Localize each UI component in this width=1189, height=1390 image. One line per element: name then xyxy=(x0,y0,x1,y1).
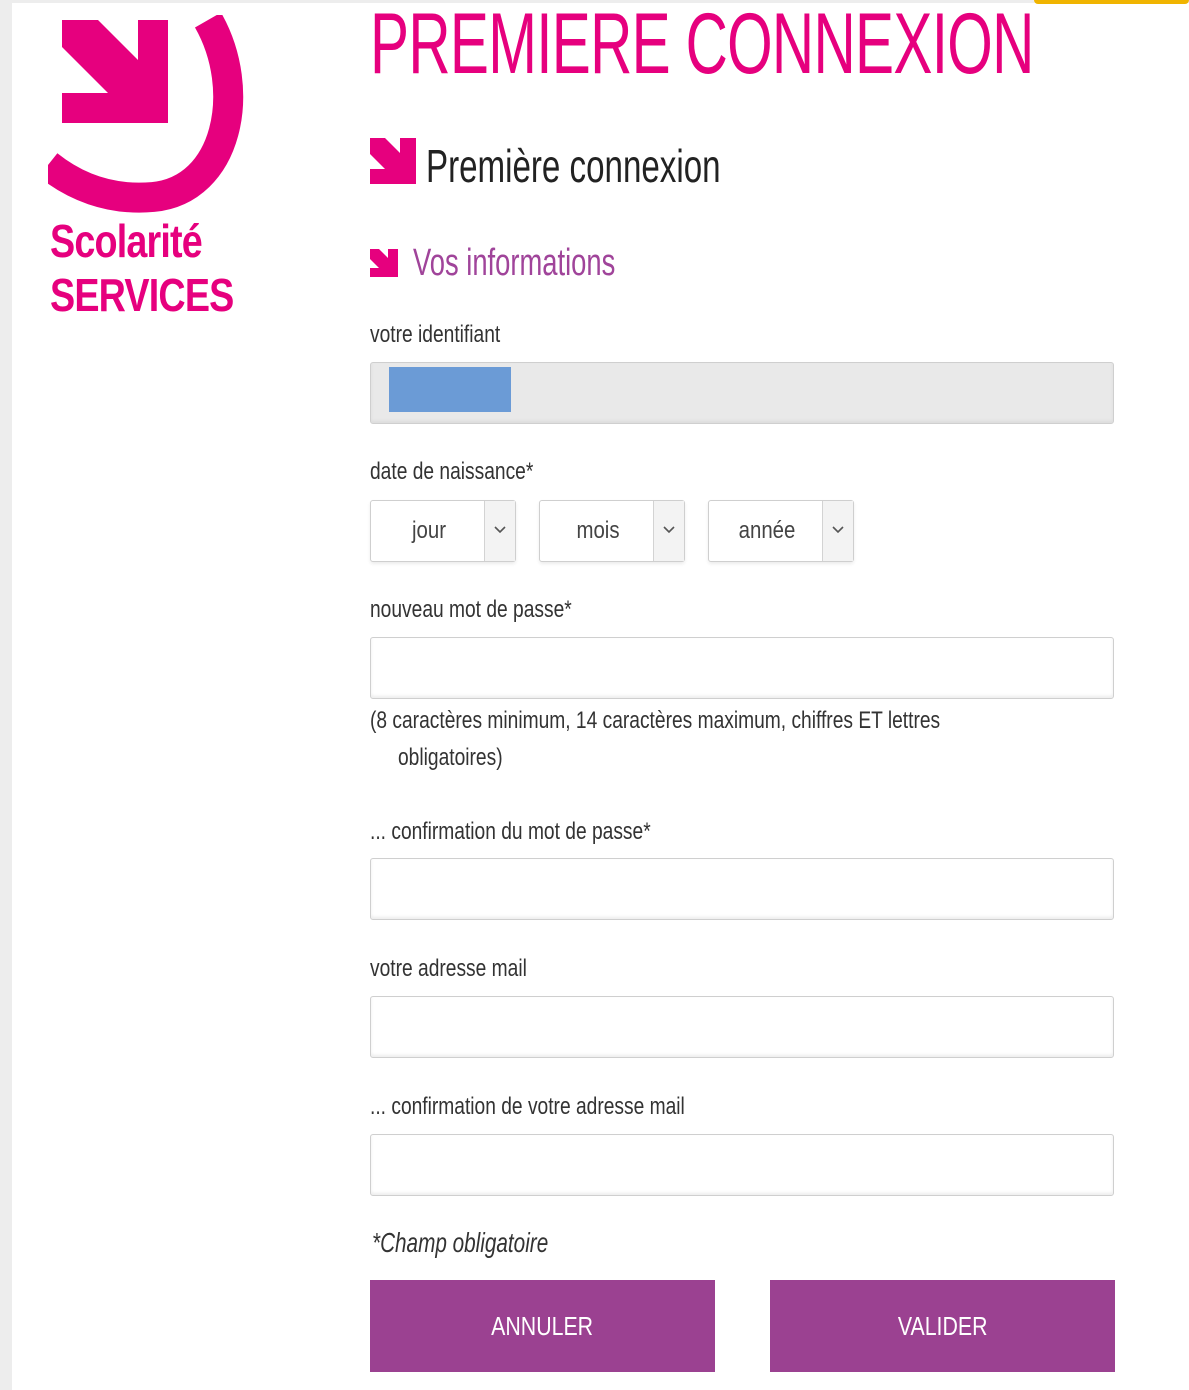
identifiant-field xyxy=(370,362,1114,424)
page: Scolarité SERVICES PREMIERE CONNEXION Pr… xyxy=(0,0,1189,1390)
birth-year-dropdown-button[interactable] xyxy=(822,501,853,561)
birth-month-dropdown-button[interactable] xyxy=(653,501,684,561)
subsection-title: Vos informations xyxy=(413,242,616,284)
birth-month-select[interactable]: mois xyxy=(539,500,685,562)
chevron-down-icon xyxy=(832,526,844,534)
chevron-down-icon xyxy=(663,526,675,534)
email-input[interactable] xyxy=(370,996,1114,1058)
arrow-down-right-icon xyxy=(370,138,416,184)
birth-month-value: mois xyxy=(576,517,620,544)
birth-day-select[interactable]: jour xyxy=(370,500,516,562)
password-input[interactable] xyxy=(370,637,1114,699)
cancel-button-label: ANNULER xyxy=(491,1310,594,1341)
arrow-down-right-icon xyxy=(370,249,398,277)
chevron-down-icon xyxy=(494,526,506,534)
password-help-line2: obligatoires) xyxy=(398,744,503,771)
birth-year-value: année xyxy=(738,517,796,544)
mandatory-field-note: *Champ obligatoire xyxy=(372,1227,549,1258)
birth-day-dropdown-button[interactable] xyxy=(484,501,515,561)
password-help-text: (8 caractères minimum, 14 caractères max… xyxy=(370,702,940,776)
submit-button[interactable]: VALIDER xyxy=(770,1280,1115,1372)
page-title: PREMIERE CONNEXION xyxy=(370,0,1034,92)
email-confirm-label: ... confirmation de votre adresse mail xyxy=(370,1093,685,1120)
cancel-button[interactable]: ANNULER xyxy=(370,1280,715,1372)
section-title: Première connexion xyxy=(426,140,721,192)
birth-day-value: jour xyxy=(411,517,447,544)
submit-button-label: VALIDER xyxy=(897,1310,988,1341)
left-margin xyxy=(0,0,12,1390)
logo-text-scolarite: Scolarité xyxy=(50,215,203,267)
birth-year-select[interactable]: année xyxy=(708,500,854,562)
birthdate-label: date de naissance* xyxy=(370,458,534,485)
scolarite-services-logo: Scolarité SERVICES xyxy=(48,15,263,321)
top-right-accent xyxy=(1034,0,1189,4)
identifiant-redacted-value xyxy=(389,367,511,412)
identifiant-label: votre identifiant xyxy=(370,321,501,348)
arrow-down-right-icon xyxy=(48,15,244,213)
password-label: nouveau mot de passe* xyxy=(370,596,572,623)
password-confirm-label: ... confirmation du mot de passe* xyxy=(370,818,651,845)
email-confirm-input[interactable] xyxy=(370,1134,1114,1196)
logo-text-services: SERVICES xyxy=(50,269,234,321)
password-confirm-input[interactable] xyxy=(370,858,1114,920)
email-label: votre adresse mail xyxy=(370,955,527,982)
password-help-line1: (8 caractères minimum, 14 caractères max… xyxy=(370,707,941,734)
